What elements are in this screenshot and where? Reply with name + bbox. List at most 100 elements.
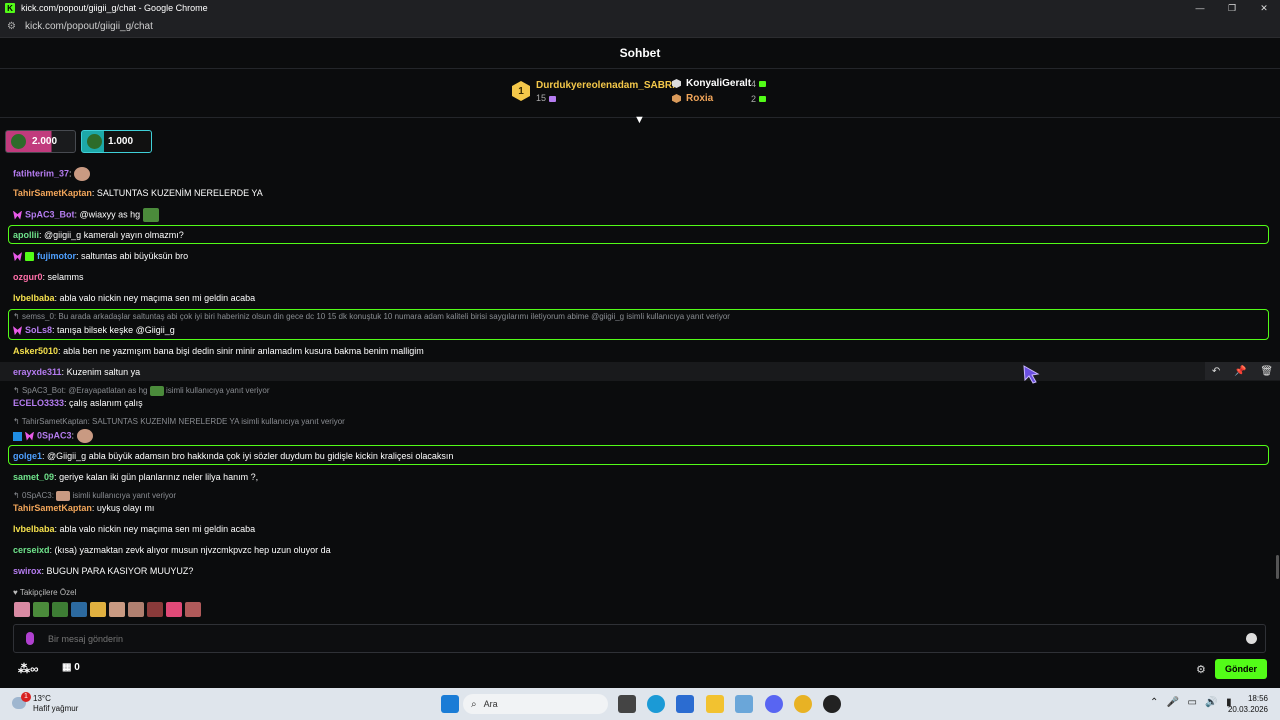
system-tray[interactable]: ⌃ 🎤 ▭ 🔊 ▮: [1150, 697, 1232, 708]
url-text[interactable]: kick.com/popout/giigii_g/chat: [25, 21, 153, 32]
sub-gift-icon: [759, 96, 767, 103]
username[interactable]: apollii: [13, 230, 39, 240]
username[interactable]: swirox: [13, 566, 42, 576]
username[interactable]: TahirSametKaptan: [13, 503, 92, 513]
username[interactable]: cerseixd: [13, 545, 50, 555]
chat-message[interactable]: erayxde311: Kuzenim saltun ya: [13, 366, 140, 378]
start-icon[interactable]: [441, 695, 459, 713]
face-emote-icon[interactable]: [109, 602, 125, 617]
username[interactable]: SoLs8: [25, 325, 52, 335]
chat-message[interactable]: samet_09: geriye kalan iki gün planların…: [13, 471, 258, 483]
minimize-button[interactable]: —: [1184, 0, 1216, 16]
rank-medal-icon: 1: [512, 81, 530, 101]
username[interactable]: fatihterim_37: [13, 168, 69, 178]
username[interactable]: TahirSametKaptan: [13, 188, 92, 198]
username[interactable]: ozgur0: [13, 272, 43, 282]
leader-name[interactable]: Roxia: [686, 93, 713, 104]
chat-message[interactable]: golge1: @Giigii_g abla büyük adamsın bro…: [13, 450, 453, 462]
reply-icon[interactable]: ↶: [1212, 366, 1220, 377]
discord-icon[interactable]: [765, 695, 783, 713]
send-button[interactable]: Gönder: [1215, 659, 1267, 679]
chat-message[interactable]: fatihterim_37:: [13, 167, 91, 181]
username[interactable]: fujimotor: [37, 251, 76, 261]
address-bar[interactable]: ⚙ kick.com/popout/giigii_g/chat: [0, 16, 1280, 38]
app-icon[interactable]: [735, 695, 753, 713]
close-button[interactable]: ✕: [1248, 0, 1280, 16]
username[interactable]: ECELO3333: [13, 398, 64, 408]
username[interactable]: 0SpAC3: [37, 430, 72, 440]
taskbar-search[interactable]: ⌕ Ara: [463, 694, 608, 714]
username[interactable]: samet_09: [13, 472, 54, 482]
reply-text: 0SpAC3:: [21, 491, 54, 501]
chat-message[interactable]: swirox: BUGUN PARA KASIYOR MUUYUZ?: [13, 565, 193, 577]
settings-gear-icon[interactable]: ⚙: [1196, 663, 1206, 676]
reply-suffix: isimli kullanıcıya yanıt veriyor: [72, 491, 177, 501]
site-info-icon[interactable]: ⚙: [7, 21, 19, 32]
file-explorer-icon[interactable]: [706, 695, 724, 713]
chat-message[interactable]: lvbelbaba: abla valo nickin ney maçıma s…: [13, 523, 255, 535]
emote-icon: [56, 491, 71, 501]
delete-icon[interactable]: 🗑: [1260, 366, 1273, 377]
face-emote-icon[interactable]: [147, 602, 163, 617]
emote-icon[interactable]: [166, 602, 182, 617]
chat-message[interactable]: TahirSametKaptan: uykuş olayı mı: [13, 502, 154, 514]
chat-message[interactable]: 0SpAC3:: [13, 429, 93, 443]
reply-context[interactable]: ↰ SpAC3_Bot: @Erayapatlatan as hg isimli…: [13, 386, 270, 396]
expand-leaderboard-icon[interactable]: ▼: [634, 114, 645, 126]
message-text: (kısa) yazmaktan zevk alıyor musun njvzc…: [54, 545, 331, 555]
pepe-emote-icon[interactable]: [71, 602, 87, 617]
chat-message[interactable]: lvbelbaba: abla valo nickin ney maçıma s…: [13, 292, 255, 304]
microphone-icon[interactable]: [26, 632, 34, 645]
username[interactable]: golge1: [13, 451, 42, 461]
chat-message[interactable]: fujimotor: saltuntas abi büyüksün bro: [13, 250, 188, 262]
face-emote-icon[interactable]: [128, 602, 144, 617]
goal-pill[interactable]: 1.000: [81, 130, 152, 153]
task-view-icon[interactable]: [618, 695, 636, 713]
search-placeholder: Ara: [483, 699, 498, 709]
app-icon[interactable]: [823, 695, 841, 713]
username[interactable]: lvbelbaba: [13, 524, 55, 534]
chat-scrollbar[interactable]: [1276, 555, 1279, 579]
goal-value: 2.000: [32, 136, 58, 147]
message-text: uykuş olayı mı: [96, 503, 155, 513]
points-infinity[interactable]: ⁂∞: [18, 662, 39, 676]
chat-message[interactable]: Asker5010: abla ben ne yazmışım bana biş…: [13, 345, 424, 357]
chat-message[interactable]: ozgur0: selamms: [13, 271, 84, 283]
username[interactable]: Asker5010: [13, 346, 58, 356]
gift-icon: [549, 95, 557, 102]
leader-name[interactable]: Durdukyereolenadam_SABRI: [536, 80, 675, 91]
emote-icon[interactable]: [185, 602, 201, 617]
pepe-emote-icon[interactable]: [52, 602, 68, 617]
emoji-picker-icon[interactable]: [1246, 633, 1257, 644]
message-input-box[interactable]: [13, 624, 1266, 653]
reply-context[interactable]: ↰ 0SpAC3: isimli kullanıcıya yanıt veriy…: [13, 491, 176, 501]
chat-message[interactable]: apollii: @giigii_g kameralı yayın olmazm…: [13, 229, 184, 241]
reply-context[interactable]: ↰ semss_0: Bu arada arkadaşlar saltuntaş…: [13, 312, 730, 321]
goal-pill[interactable]: 2.000: [5, 130, 76, 153]
date: 20.03.2026: [1227, 705, 1268, 714]
username[interactable]: SpAC3_Bot: [25, 209, 75, 219]
chrome-icon[interactable]: [794, 695, 812, 713]
chat-message[interactable]: ECELO3333: çalış aslanım çalış: [13, 397, 143, 409]
edge-icon[interactable]: [647, 695, 665, 713]
pepe-emote-icon[interactable]: [33, 602, 49, 617]
cat-emote-icon[interactable]: [90, 602, 106, 617]
username[interactable]: erayxde311: [13, 367, 62, 377]
leaderboard-row[interactable]: KonyaliGeralt 4: [672, 76, 772, 91]
chat-message[interactable]: TahirSametKaptan: SALTUNTAS KUZENİM NERE…: [13, 187, 263, 199]
restore-button[interactable]: ❐: [1216, 0, 1248, 16]
clock[interactable]: 18:56 20.03.2026: [1226, 693, 1268, 715]
username[interactable]: lvbelbaba: [13, 293, 55, 303]
leader-name[interactable]: KonyaliGeralt: [686, 78, 751, 89]
chat-message[interactable]: SoLs8: tanışa bilsek keşke @Giigii_g: [13, 324, 175, 336]
emote-icon: [76, 429, 93, 443]
emote-icon[interactable]: [14, 602, 30, 617]
reply-context[interactable]: ↰ TahirSametKaptan: SALTUNTAS KUZENİM NE…: [13, 417, 345, 426]
leaderboard-row[interactable]: Roxia 2: [672, 91, 772, 106]
message-input[interactable]: [48, 631, 1218, 647]
store-icon[interactable]: [676, 695, 694, 713]
chat-message[interactable]: cerseixd: (kısa) yazmaktan zevk alıyor m…: [13, 544, 331, 556]
store-button[interactable]: ▦ 0: [62, 662, 80, 673]
pin-icon[interactable]: 📌: [1234, 366, 1246, 377]
chat-message[interactable]: SpAC3_Bot: @wiaxyy as hg: [13, 208, 159, 222]
